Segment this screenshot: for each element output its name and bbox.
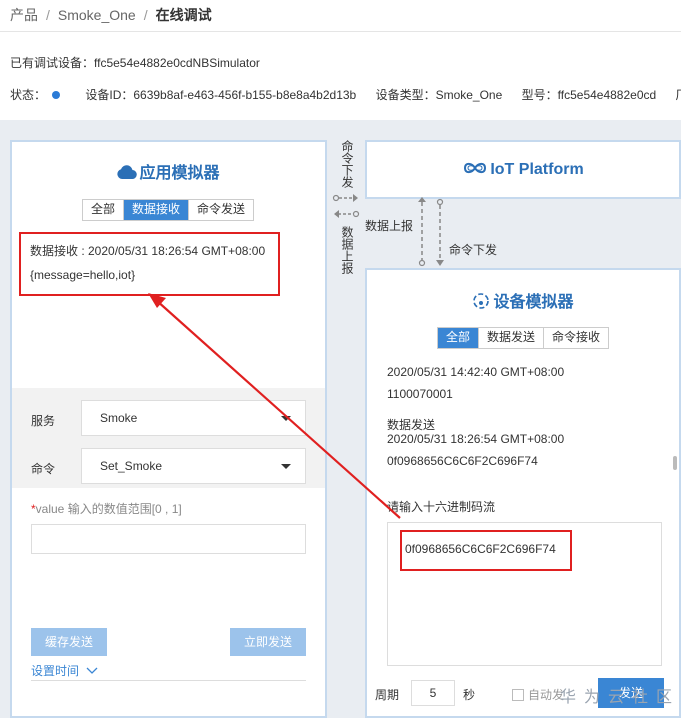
log-scrollbar[interactable]: [673, 456, 677, 470]
auto-send-toggle[interactable]: 自动发: [512, 686, 564, 703]
device-status-bar: 状态： 设备ID：6639b8af-e463-456f-b155-b8e8a4b…: [10, 86, 681, 103]
status-label: 状态：: [10, 88, 47, 102]
chevron-down-icon: [281, 416, 291, 421]
tab-data-send[interactable]: 数据发送: [479, 328, 545, 348]
breadcrumb-current: 在线调试: [155, 7, 212, 23]
breadcrumb-separator: /: [143, 7, 148, 23]
chevron-down-icon: [281, 464, 291, 469]
device-simulator-panel: 设备模拟器 全部 数据发送 命令接收 2020/05/31 14:42:40 G…: [365, 268, 681, 718]
breadcrumb: 产品 / Smoke_One / 在线调试: [10, 5, 212, 25]
status-dot-icon: [52, 90, 61, 99]
device-simulator-tabs: 全部 数据发送 命令接收: [437, 327, 610, 349]
command-down-label: 命令下发: [340, 140, 354, 188]
manufacturer-truncated: 厂: [676, 88, 681, 102]
breadcrumb-separator: /: [46, 7, 50, 23]
device-simulator-title: 设备模拟器: [493, 294, 574, 311]
tab-data-receive[interactable]: 数据接收: [124, 200, 190, 220]
annotation-box-received: [19, 232, 280, 296]
data-report-label: 数据上报: [365, 219, 414, 233]
breadcrumb-product[interactable]: Smoke_One: [58, 7, 136, 23]
device-icon: [473, 293, 490, 309]
service-select-value: Smoke: [100, 411, 138, 425]
device-model: 型号：ffc5e54e4882e0cd: [521, 88, 657, 102]
tab-all[interactable]: 全部: [438, 328, 480, 348]
command-select-value: Set_Smoke: [100, 459, 163, 473]
hex-input-value: 0f0968656C6C6F2C696F74: [405, 542, 556, 556]
debug-device-info: 已有调试设备：ffc5e54e4882e0cdNBSimulator: [10, 56, 260, 70]
header-divider: [0, 31, 681, 32]
service-label: 服务: [31, 414, 56, 428]
value-input[interactable]: [31, 524, 306, 554]
set-time-label: 设置时间: [31, 664, 80, 678]
cache-send-button[interactable]: 缓存发送: [31, 628, 107, 656]
hex-input-label: 请输入十六进制码流: [387, 500, 496, 514]
send-now-button[interactable]: 立即发送: [230, 628, 306, 656]
command-label: 命令: [31, 462, 56, 476]
device-type: 设备类型：Smoke_One: [375, 88, 503, 102]
infinity-logo-icon: [464, 162, 487, 174]
auto-send-label: 自动发: [528, 688, 565, 702]
vertical-arrows-icon: [418, 197, 444, 267]
app-simulator-panel: 应用模拟器 全部 数据接收 命令发送 数据接收 : 2020/05/31 18:…: [10, 140, 327, 718]
device-log-time-2: 2020/05/31 18:26:54 GMT+08:00: [387, 432, 565, 446]
service-select[interactable]: Smoke: [81, 400, 306, 436]
cloud-icon: [117, 165, 138, 180]
iot-platform-box: IoT Platform: [365, 140, 681, 199]
tab-command-receive[interactable]: 命令接收: [544, 328, 609, 348]
divider: [31, 680, 306, 681]
watermark: 华为云社区: [560, 689, 681, 706]
annotation-box-hex: 0f0968656C6C6F2C696F74: [400, 530, 572, 571]
value-field-label: *value 输入的数值范围[0 , 1]: [31, 500, 182, 517]
iot-platform-title: IoT Platform: [490, 161, 584, 178]
data-up-label: 数据上报: [340, 226, 354, 274]
period-unit: 秒: [463, 688, 476, 702]
command-select[interactable]: Set_Smoke: [81, 448, 306, 484]
app-simulator-title: 应用模拟器: [139, 165, 220, 182]
set-time-link[interactable]: 设置时间: [31, 662, 98, 679]
device-log-label-2: 数据发送: [387, 418, 436, 432]
checkbox[interactable]: [512, 689, 524, 701]
device-simulator-header: 设备模拟器: [367, 288, 679, 312]
device-id: 设备ID：6639b8af-e463-456f-b155-b8e8a4b2d13…: [85, 88, 357, 102]
horizontal-arrows-icon: [332, 194, 360, 218]
device-log-value-2: 0f0968656C6C6F2C696F74: [387, 454, 538, 468]
device-log-value-1: 1100070001: [387, 387, 453, 401]
breadcrumb-products[interactable]: 产品: [10, 7, 38, 23]
app-simulator-header: 应用模拟器: [12, 159, 325, 183]
iot-platform-header: IoT Platform: [367, 161, 679, 179]
app-simulator-tabs: 全部 数据接收 命令发送: [82, 199, 255, 221]
chevron-down-icon: [86, 667, 98, 674]
value-range-label: value 输入的数值范围[0 , 1]: [35, 502, 182, 516]
device-log-time-1: 2020/05/31 14:42:40 GMT+08:00: [387, 365, 565, 379]
period-label: 周期: [375, 688, 400, 702]
command-issue-label: 命令下发: [449, 243, 498, 257]
tab-command-send[interactable]: 命令发送: [189, 200, 254, 220]
tab-all[interactable]: 全部: [83, 200, 125, 220]
period-input[interactable]: 5: [411, 680, 455, 706]
